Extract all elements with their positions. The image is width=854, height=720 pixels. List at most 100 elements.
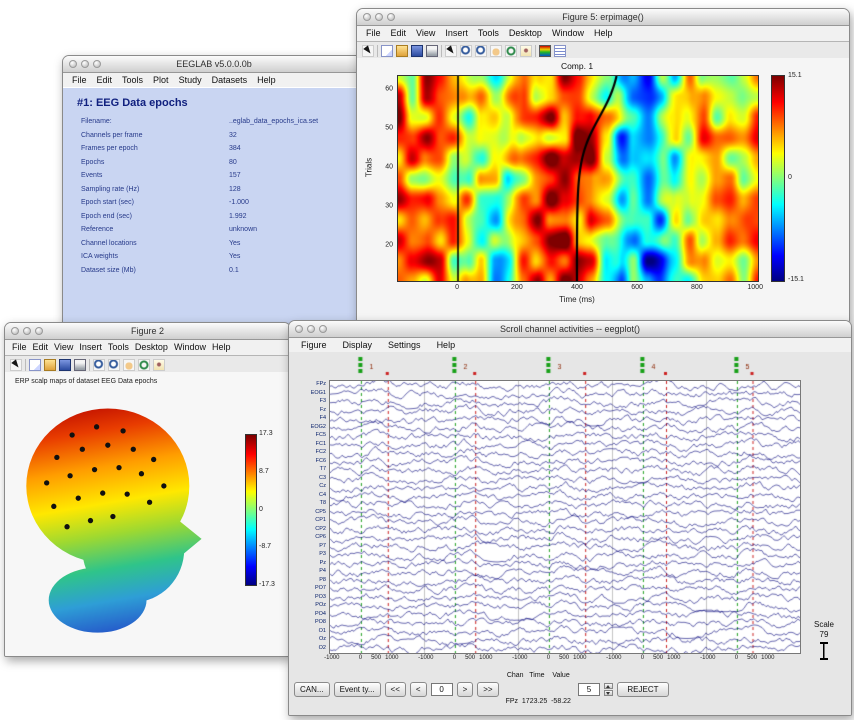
save-figure-icon[interactable] — [59, 359, 71, 371]
menu-item[interactable]: File — [361, 26, 386, 41]
data-cursor-icon[interactable] — [520, 45, 532, 57]
menu-item[interactable]: Study — [174, 73, 207, 88]
zoom-button[interactable] — [387, 13, 395, 21]
menu-item[interactable]: Desktop — [132, 340, 171, 355]
close-button[interactable] — [69, 60, 77, 68]
erpimage-titlebar[interactable]: Figure 5: erpimage() — [357, 9, 849, 26]
menu-item[interactable]: Help — [252, 73, 281, 88]
minimize-button[interactable] — [307, 325, 315, 333]
x-tick-label: 0 — [641, 655, 644, 661]
figure2-body: ERP scalp maps of dataset EEG Data epoch… — [5, 372, 290, 656]
menu-item[interactable]: Help — [209, 340, 234, 355]
scalp-map-3d-head — [11, 396, 225, 636]
x-axis-label: Time (ms) — [397, 295, 757, 304]
pan-hand-icon[interactable] — [490, 45, 502, 57]
menu-item[interactable]: Edit — [30, 340, 52, 355]
zoom-out-icon[interactable] — [475, 45, 487, 57]
print-figure-icon[interactable] — [74, 359, 86, 371]
menu-item[interactable]: Tools — [473, 26, 504, 41]
menu-item[interactable]: Edit — [386, 26, 412, 41]
menu-item[interactable]: Help — [429, 338, 464, 353]
y-tick-label: 40 — [385, 164, 393, 171]
figure2-titlebar[interactable]: Figure 2 — [5, 323, 290, 340]
menu-item[interactable]: Help — [589, 26, 618, 41]
menu-item[interactable]: View — [51, 340, 76, 355]
x-tick-label: 0 — [453, 655, 456, 661]
eeglab-titlebar[interactable]: EEGLAB v5.0.0.0b — [63, 56, 365, 73]
reject-button[interactable]: REJECT — [617, 682, 669, 697]
insert-colorbar-icon[interactable] — [539, 45, 551, 57]
new-figure-icon[interactable] — [29, 359, 41, 371]
insert-legend-icon[interactable] — [554, 45, 566, 57]
zoom-button[interactable] — [319, 325, 327, 333]
menu-item[interactable]: Tools — [117, 73, 148, 88]
zoom-in-icon[interactable] — [460, 45, 472, 57]
menu-item[interactable]: Plot — [148, 73, 174, 88]
erpimage-menubar: FileEditViewInsertToolsDesktopWindowHelp — [357, 26, 849, 42]
channel-label: O1 — [319, 628, 326, 634]
channel-label: Pz — [320, 560, 326, 566]
scale-value: 79 — [801, 630, 847, 640]
scale-ibeam-icon — [820, 642, 828, 660]
cancel-button[interactable]: CAN... — [294, 682, 330, 697]
menu-item[interactable]: Figure — [293, 338, 335, 353]
rotate-3d-icon[interactable] — [505, 45, 517, 57]
menu-item[interactable]: Window — [547, 26, 589, 41]
minimize-button[interactable] — [375, 13, 383, 21]
x-tick-label: -1000 — [324, 655, 339, 661]
window-length-edit[interactable]: 5 — [578, 683, 600, 696]
spinner-down-icon[interactable] — [604, 690, 613, 696]
menu-item[interactable]: Display — [335, 338, 381, 353]
field-value: 1.992 — [229, 213, 247, 220]
save-figure-icon[interactable] — [411, 45, 423, 57]
menu-item[interactable]: View — [411, 26, 440, 41]
dataset-field-row: Channel locations Yes — [67, 237, 365, 251]
spinner-up-icon[interactable] — [604, 683, 613, 689]
menu-item[interactable]: Desktop — [504, 26, 547, 41]
menu-item[interactable]: File — [9, 340, 30, 355]
eegplot-titlebar[interactable]: Scroll channel activities -- eegplot() — [289, 321, 851, 338]
channel-label: P7 — [319, 543, 326, 549]
pointer-tool-icon[interactable] — [10, 359, 22, 371]
print-figure-icon[interactable] — [426, 45, 438, 57]
position-edit[interactable]: 0 — [431, 683, 453, 696]
zoom-button[interactable] — [35, 327, 43, 335]
scale-widget: Scale 79 — [801, 620, 847, 660]
close-button[interactable] — [11, 327, 19, 335]
new-figure-icon[interactable] — [381, 45, 393, 57]
menu-item[interactable]: Datasets — [207, 73, 253, 88]
open-file-icon[interactable] — [396, 45, 408, 57]
open-file-icon[interactable] — [44, 359, 56, 371]
channel-label: PO3 — [315, 594, 326, 600]
minimize-button[interactable] — [81, 60, 89, 68]
prev-page-button[interactable]: << — [385, 682, 406, 697]
zoom-button[interactable] — [93, 60, 101, 68]
dataset-field-row: Filename: ..eglab_data_epochs_ica.set — [67, 115, 365, 129]
data-cursor-icon[interactable] — [153, 359, 165, 371]
menu-item[interactable]: Settings — [380, 338, 429, 353]
edit-plot-icon[interactable] — [445, 45, 457, 57]
pan-hand-icon[interactable] — [123, 359, 135, 371]
zoom-out-icon[interactable] — [108, 359, 120, 371]
window-controls — [363, 13, 395, 21]
event-types-button[interactable]: Event ty... — [334, 682, 381, 697]
next-button[interactable]: > — [457, 682, 474, 697]
menu-item[interactable]: Edit — [92, 73, 118, 88]
minimize-button[interactable] — [23, 327, 31, 335]
menu-item[interactable]: Window — [171, 340, 209, 355]
zoom-in-icon[interactable] — [93, 359, 105, 371]
channel-label: Oz — [319, 636, 326, 642]
window-title: Figure 2 — [131, 326, 164, 336]
prev-button[interactable]: < — [410, 682, 427, 697]
eeg-traces-plot[interactable] — [330, 381, 800, 653]
rotate-3d-icon[interactable] — [138, 359, 150, 371]
close-button[interactable] — [363, 13, 371, 21]
next-page-button[interactable]: >> — [477, 682, 498, 697]
channel-label: CP1 — [315, 517, 326, 523]
menu-item[interactable]: File — [67, 73, 92, 88]
close-button[interactable] — [295, 325, 303, 333]
pointer-tool-icon[interactable] — [362, 45, 374, 57]
menu-item[interactable]: Insert — [440, 26, 473, 41]
menu-item[interactable]: Insert — [76, 340, 105, 355]
menu-item[interactable]: Tools — [105, 340, 132, 355]
